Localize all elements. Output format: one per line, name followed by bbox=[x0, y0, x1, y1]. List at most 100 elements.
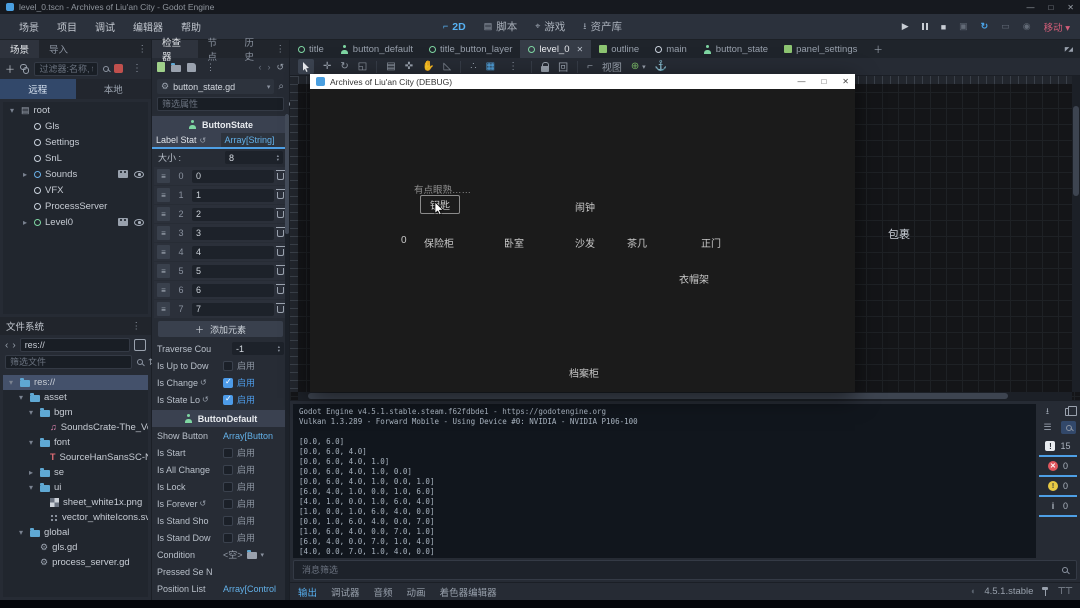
scene-tree-menu-icon[interactable]: ⋮ bbox=[128, 63, 146, 74]
menu-editor[interactable]: 编辑器 bbox=[124, 19, 172, 34]
pivot-tool-icon[interactable]: ✜ bbox=[405, 61, 413, 72]
array-item-value[interactable]: 0 bbox=[192, 170, 274, 183]
bottom-tab-output[interactable]: 输出 bbox=[298, 585, 317, 599]
movie-writer-icon[interactable]: ▭ bbox=[1001, 21, 1010, 32]
lock-icon[interactable] bbox=[541, 66, 549, 72]
new-scene-tab-button[interactable]: ＋ bbox=[865, 42, 891, 56]
scene-tab-button_default[interactable]: button_default bbox=[332, 40, 421, 58]
expand-arrow[interactable]: ▸ bbox=[26, 468, 36, 477]
checkbox[interactable] bbox=[223, 378, 233, 388]
drag-handle-icon[interactable]: ≡ bbox=[157, 264, 170, 278]
expand-arrow[interactable]: ▾ bbox=[6, 378, 16, 387]
array-size-field[interactable]: 8 ▴▾ bbox=[225, 151, 283, 164]
game-text-label[interactable]: 档案柜 bbox=[569, 365, 599, 380]
delete-item-icon[interactable] bbox=[277, 287, 284, 294]
copy-output-icon[interactable] bbox=[1061, 405, 1076, 418]
pin-bottom-panel-icon[interactable] bbox=[1042, 587, 1048, 596]
file-tree-item[interactable]: ⚙process_server.gd bbox=[3, 555, 148, 570]
resource-menu-icon[interactable]: ⋮ bbox=[202, 62, 219, 73]
switcher-game[interactable]: ⌖游戏 bbox=[535, 19, 565, 34]
revert-icon[interactable]: ↺ bbox=[200, 378, 207, 387]
edited-resource[interactable]: ⚙ button_state.gd ▾ bbox=[157, 79, 274, 94]
array-item-value[interactable]: 4 bbox=[192, 246, 274, 259]
delete-item-icon[interactable] bbox=[277, 230, 284, 237]
tab-inspector[interactable]: 检查器 bbox=[152, 40, 198, 58]
inspector-scrollbar[interactable] bbox=[285, 114, 289, 600]
scene-tab-outline[interactable]: outline bbox=[591, 40, 647, 58]
debug-close-button[interactable]: ✕ bbox=[842, 77, 849, 86]
drag-handle-icon[interactable]: ≡ bbox=[157, 169, 170, 183]
debug-minimize-button[interactable]: — bbox=[797, 77, 805, 86]
delete-item-icon[interactable] bbox=[277, 249, 284, 256]
game-text-label[interactable]: 沙发 bbox=[575, 235, 595, 250]
drag-handle-icon[interactable]: ≡ bbox=[157, 283, 170, 297]
array-type[interactable]: Array[String] bbox=[221, 133, 290, 147]
bottom-tab-shader[interactable]: 着色器编辑器 bbox=[440, 585, 497, 599]
checkbox[interactable] bbox=[223, 395, 233, 405]
snap-options-icon[interactable]: ⋮ bbox=[504, 61, 522, 72]
add-element-button[interactable]: ＋添加元素 bbox=[158, 321, 283, 337]
smart-snap-icon[interactable]: ∴ bbox=[470, 61, 476, 72]
remote-debug-icon[interactable]: ▣ bbox=[959, 21, 968, 32]
value-text[interactable]: Array[Button bbox=[223, 431, 273, 441]
view-menu[interactable]: 视图 bbox=[602, 59, 622, 74]
bottom-tab-audio[interactable]: 音频 bbox=[374, 585, 393, 599]
revert-icon[interactable]: ↺ bbox=[200, 499, 207, 508]
menu-scene[interactable]: 场景 bbox=[10, 19, 48, 34]
viewport-vscrollbar[interactable] bbox=[1072, 76, 1080, 392]
collapse-log-icon[interactable]: ☰ bbox=[1040, 421, 1055, 434]
menu-project[interactable]: 项目 bbox=[48, 19, 86, 34]
debug-window-titlebar[interactable]: Archives of Liu'an City (DEBUG) — □ ✕ bbox=[310, 74, 855, 89]
file-tree-item[interactable]: ▾ font bbox=[3, 435, 148, 450]
scene-tab-panel_settings[interactable]: panel_settings bbox=[776, 40, 865, 58]
game-text-label[interactable]: 0 bbox=[401, 235, 407, 246]
game-canvas[interactable]: 有点眼熟……闹钟0保险柜卧室沙发茶几正门衣帽架档案柜 钥匙 bbox=[310, 89, 855, 392]
game-text-label[interactable]: 茶几 bbox=[627, 235, 647, 250]
rotate-tool-icon[interactable]: ↻ bbox=[340, 61, 348, 72]
scene-tree-item[interactable]: SnL bbox=[3, 150, 148, 166]
expand-arrow[interactable]: ▾ bbox=[26, 438, 36, 447]
expand-arrow[interactable]: ▾ bbox=[7, 106, 17, 115]
game-text-label[interactable]: 卧室 bbox=[504, 235, 524, 250]
badge-message[interactable]: !15 bbox=[1039, 437, 1077, 457]
switcher-assetlib[interactable]: ⭳资产库 bbox=[583, 19, 622, 34]
scene-tab-main[interactable]: main bbox=[647, 40, 695, 58]
scene-tree-item[interactable]: VFX bbox=[3, 182, 148, 198]
scene-tab-title[interactable]: title bbox=[290, 40, 332, 58]
viewport-hscrollbar[interactable] bbox=[298, 392, 1072, 400]
value-text[interactable]: Array[Control bbox=[223, 584, 276, 594]
scene-tree-item[interactable]: Settings bbox=[3, 134, 148, 150]
nav-forward-icon[interactable]: › bbox=[12, 340, 15, 351]
delete-item-icon[interactable] bbox=[277, 173, 284, 180]
file-tree-item[interactable]: ▾ ui bbox=[3, 480, 148, 495]
split-mode-icon[interactable] bbox=[134, 339, 146, 351]
checkbox[interactable] bbox=[223, 482, 233, 492]
array-item-value[interactable]: 5 bbox=[192, 265, 274, 278]
history-forward-icon[interactable]: › bbox=[267, 62, 270, 72]
scene-tab-level_0[interactable]: level_0✕ bbox=[520, 40, 591, 58]
visibility-icon[interactable] bbox=[134, 171, 144, 178]
2d-viewport[interactable]: 包裹 Archives of Liu'an City (DEBUG) — □ ✕… bbox=[290, 76, 1080, 400]
tab-history[interactable]: 历史 bbox=[235, 40, 272, 58]
version-label[interactable]: 4.5.1.stable bbox=[984, 586, 1033, 597]
file-tree-item[interactable]: ▾ global bbox=[3, 525, 148, 540]
scene-tree-item[interactable]: ProcessServer bbox=[3, 198, 148, 214]
drag-handle-icon[interactable]: ≡ bbox=[157, 245, 170, 259]
checkbox[interactable] bbox=[223, 465, 233, 475]
checkbox[interactable] bbox=[223, 516, 233, 526]
load-resource-icon[interactable] bbox=[171, 65, 181, 72]
menu-help[interactable]: 帮助 bbox=[172, 19, 210, 34]
delete-item-icon[interactable] bbox=[277, 268, 284, 275]
scene-filter-input[interactable] bbox=[34, 62, 98, 76]
ruler-tool-icon[interactable]: ◺ bbox=[444, 61, 452, 72]
switcher-script[interactable]: ▤脚本 bbox=[484, 19, 518, 34]
reload-button[interactable]: ↻ bbox=[981, 21, 989, 32]
camera-icon[interactable] bbox=[118, 218, 128, 226]
anchor-icon[interactable]: ⚓ bbox=[655, 61, 667, 72]
file-tree-item[interactable]: ▾ bgm bbox=[3, 405, 148, 420]
checkbox[interactable] bbox=[223, 499, 233, 509]
history-icon[interactable]: ↺ bbox=[276, 63, 284, 72]
visibility-icon[interactable] bbox=[134, 219, 144, 226]
drag-handle-icon[interactable]: ≡ bbox=[157, 226, 170, 240]
delete-item-icon[interactable] bbox=[277, 306, 284, 313]
